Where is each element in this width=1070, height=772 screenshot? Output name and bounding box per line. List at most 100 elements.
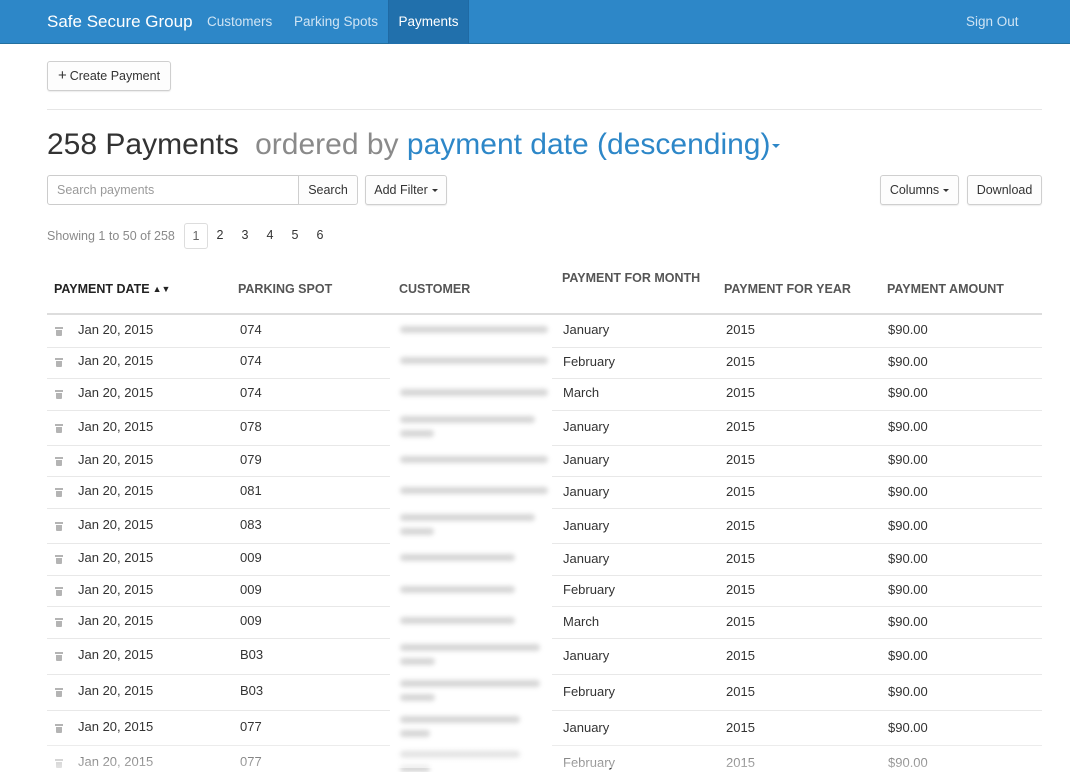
payment-month-cell: February [563,582,616,597]
nav-customers[interactable]: Customers [207,0,272,44]
brand-logo[interactable]: Safe Secure Group [47,12,193,32]
trash-icon[interactable] [55,424,63,433]
page-1[interactable]: 1 [184,223,208,249]
payment-date-cell: Jan 20, 2015 [78,683,154,698]
trash-icon[interactable] [55,488,63,497]
payment-month-cell: January [563,518,610,533]
sign-out-link[interactable]: Sign Out [966,0,1019,44]
divider [47,109,1042,110]
page-6[interactable]: 6 [308,223,332,249]
page-5[interactable]: 5 [283,223,307,249]
parking-spot-cell[interactable]: 074 [240,353,262,368]
page-title: 258 Payments ordered by payment date (de… [47,128,781,162]
showing-count: Showing 1 to 50 of 258 [47,229,175,243]
parking-spot-cell[interactable]: 077 [240,719,262,734]
search-input[interactable] [47,175,299,205]
payment-date-cell: Jan 20, 2015 [78,419,154,434]
header-label: PAYMENT DATE [54,282,150,296]
customer-redacted[interactable] [400,487,548,494]
payment-date-cell: Jan 20, 2015 [78,754,154,769]
parking-spot-cell[interactable]: 009 [240,550,262,565]
customer-redacted[interactable] [400,716,520,723]
search-button[interactable]: Search [298,175,358,205]
trash-icon[interactable] [55,652,63,661]
row-divider [47,674,390,675]
parking-spot-cell[interactable]: 081 [240,483,262,498]
parking-spot-cell[interactable]: 009 [240,582,262,597]
add-filter-button[interactable]: Add Filter [365,175,447,205]
plus-icon: + [57,67,67,84]
trash-icon[interactable] [55,555,63,564]
trash-icon[interactable] [55,358,63,367]
trash-icon[interactable] [55,327,63,336]
payment-amount-cell: $90.00 [888,452,928,467]
page-2[interactable]: 2 [208,223,232,249]
column-header-payment-month[interactable]: PAYMENT FOR MONTH [562,271,700,285]
payment-month-cell: January [563,419,610,434]
trash-icon[interactable] [55,587,63,596]
row-divider [47,445,390,446]
customer-redacted [400,430,434,437]
row-divider [47,508,390,509]
column-header-parking-spot[interactable]: PARKING SPOT [238,282,332,296]
download-button[interactable]: Download [967,175,1042,205]
column-header-payment-year[interactable]: PAYMENT FOR YEAR [724,282,851,296]
customer-redacted[interactable] [400,554,515,561]
parking-spot-cell[interactable]: 079 [240,452,262,467]
customer-redacted [400,694,435,701]
trash-icon[interactable] [55,457,63,466]
create-payment-label: Create Payment [69,69,161,83]
customer-redacted[interactable] [400,389,548,396]
trash-icon[interactable] [55,759,63,768]
customer-redacted[interactable] [400,514,535,521]
row-divider [552,347,1042,348]
payment-year-cell: 2015 [726,518,755,533]
payment-year-cell: 2015 [726,648,755,663]
parking-spot-cell[interactable]: 078 [240,419,262,434]
customer-redacted[interactable] [400,751,520,758]
column-header-payment-amount[interactable]: PAYMENT AMOUNT [887,282,1004,296]
parking-spot-cell[interactable]: 074 [240,322,262,337]
parking-spot-cell[interactable]: 077 [240,754,262,769]
row-divider [552,575,1042,576]
customer-redacted[interactable] [400,617,515,624]
sort-icon: ▲▼ [152,284,171,294]
parking-spot-cell[interactable]: 009 [240,613,262,628]
parking-spot-cell[interactable]: 074 [240,385,262,400]
customer-redacted[interactable] [400,456,548,463]
row-divider [47,378,390,379]
page-4[interactable]: 4 [258,223,282,249]
customer-redacted[interactable] [400,586,515,593]
parking-spot-cell[interactable]: B03 [240,647,263,662]
customer-redacted[interactable] [400,326,548,333]
nav-parking-spots[interactable]: Parking Spots [294,0,378,44]
payment-month-cell: January [563,484,610,499]
sort-field-dropdown[interactable]: payment date (descending) [407,128,781,161]
chevron-down-icon [431,189,438,193]
table-header-divider [47,313,1042,315]
payment-amount-cell: $90.00 [888,419,928,434]
top-navbar: Safe Secure Group Customers Parking Spot… [0,0,1070,44]
create-payment-button[interactable]: + Create Payment [47,61,171,91]
customer-redacted[interactable] [400,644,540,651]
trash-icon[interactable] [55,522,63,531]
trash-icon[interactable] [55,618,63,627]
row-divider [552,710,1042,711]
column-header-payment-date[interactable]: PAYMENT DATE ▲▼ [54,282,170,296]
columns-button[interactable]: Columns [880,175,959,205]
payment-date-cell: Jan 20, 2015 [78,385,154,400]
trash-icon[interactable] [55,724,63,733]
payment-year-cell: 2015 [726,322,755,337]
payment-date-cell: Jan 20, 2015 [78,582,154,597]
trash-icon[interactable] [55,688,63,697]
page-3[interactable]: 3 [233,223,257,249]
trash-icon[interactable] [55,390,63,399]
parking-spot-cell[interactable]: B03 [240,683,263,698]
column-header-customer[interactable]: CUSTOMER [399,282,470,296]
nav-payments[interactable]: Payments [388,0,469,44]
customer-redacted[interactable] [400,416,535,423]
parking-spot-cell[interactable]: 083 [240,517,262,532]
customer-redacted[interactable] [400,680,540,687]
payment-date-cell: Jan 20, 2015 [78,353,154,368]
customer-redacted[interactable] [400,357,548,364]
